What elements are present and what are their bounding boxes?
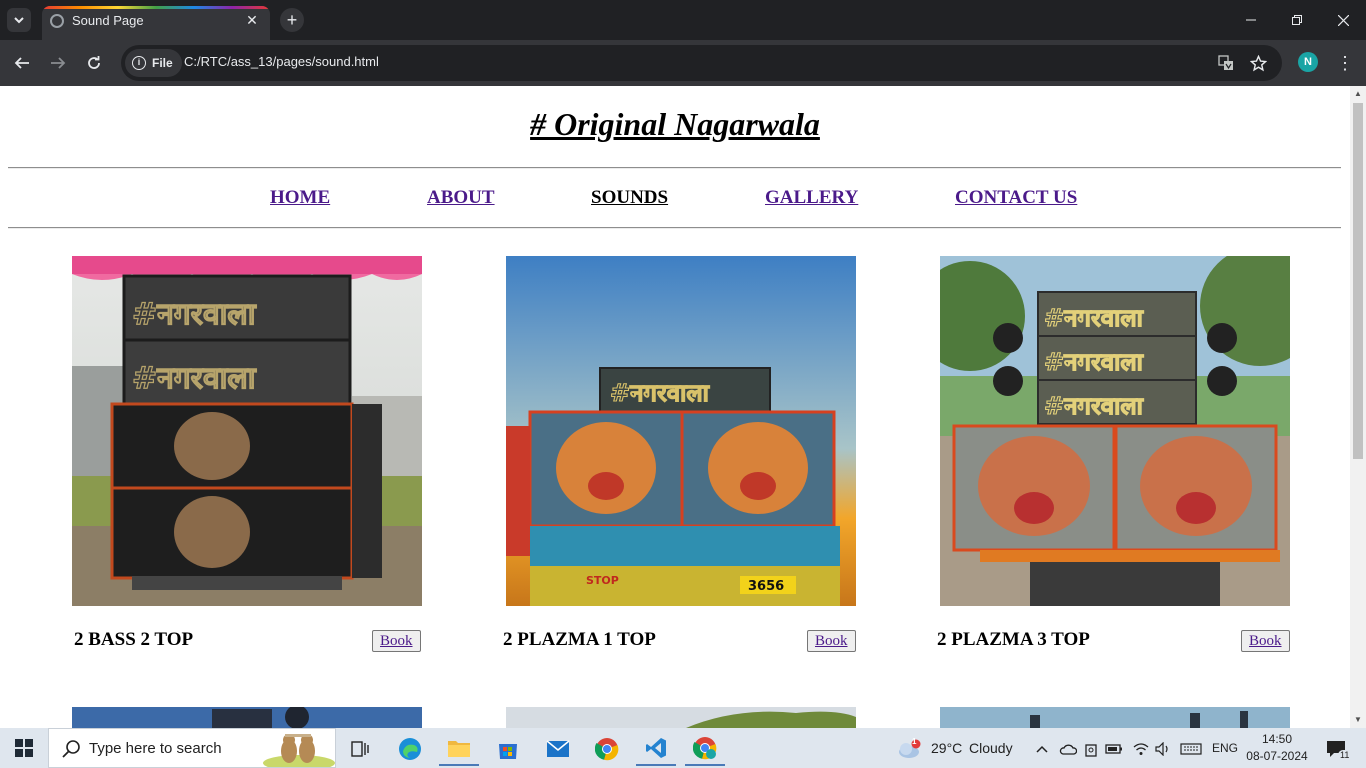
close-tab-icon[interactable]: ✕ [243,11,261,29]
device-icon[interactable] [1081,732,1101,766]
edge-browser-icon[interactable] [390,732,430,766]
nav-link-home[interactable]: HOME [270,187,330,209]
profile-avatar[interactable]: N [1298,52,1318,72]
start-button[interactable] [0,728,48,768]
reload-icon [88,56,100,69]
tab-sound-page[interactable]: Sound Page ✕ [42,6,270,40]
speaker-logo-text: #नगरवाला [1044,304,1144,332]
vehicle-stop-text: STOP [586,574,619,587]
volume-icon[interactable] [1152,732,1174,766]
language-indicator[interactable]: ENG [1212,741,1238,755]
plus-icon: + [286,9,298,30]
speaker-logo-text: #नगरवाला [132,361,257,396]
info-icon: i [132,56,146,70]
system-clock[interactable]: 14:50 08-07-2024 [1246,731,1308,765]
mail-icon[interactable] [538,732,578,766]
globe-icon [50,14,64,28]
search-highlight-illustration [263,734,335,767]
url-text[interactable]: C:/RTC/ass_13/pages/sound.html [184,54,379,69]
product-image-2-bass-2-top: #नगरवाला #नगरवाला [72,256,422,606]
scrollbar-thumb[interactable] [1353,103,1363,459]
number-plate-text: 3656 [748,579,784,594]
nav-link-about[interactable]: ABOUT [427,187,495,209]
book-button-2-plazma-1-top[interactable]: Book [807,630,856,652]
close-window-button[interactable] [1320,0,1366,40]
address-scheme-label: File [152,56,173,70]
arrow-right-icon [51,57,66,69]
microsoft-store-icon[interactable] [488,732,528,766]
product-image-row2-2 [506,707,856,728]
browser-toolbar: i File C:/RTC/ass_13/pages/sound.html N … [0,40,1366,86]
chevron-up-icon[interactable] [1032,732,1052,766]
file-explorer-icon[interactable] [439,732,479,766]
header-divider [8,167,1341,169]
clock-date: 08-07-2024 [1246,749,1308,763]
close-icon [1337,14,1349,26]
speaker-logo-text: #नगरवाला [132,297,257,332]
book-button-2-plazma-3-top[interactable]: Book [1241,630,1290,652]
speaker-logo-text: #नगरवाला [1044,392,1144,420]
weather-description[interactable]: Cloudy [969,740,1013,756]
browser-tabstrip: Sound Page ✕ + [0,0,1366,40]
chrome-icon[interactable] [587,732,627,766]
product-image-row2-3 [940,707,1290,728]
minimize-button[interactable] [1228,0,1274,40]
page-viewport: # Original Nagarwala HOME ABOUT SOUNDS G… [0,86,1350,728]
onedrive-cloud-icon[interactable] [1057,732,1079,766]
scroll-down-arrow-icon[interactable]: ▼ [1350,712,1366,728]
address-bar[interactable]: i File C:/RTC/ass_13/pages/sound.html [121,45,1282,81]
chrome-profile-icon[interactable] [685,732,725,766]
new-tab-button[interactable]: + [280,8,304,32]
tab-title: Sound Page [72,13,144,28]
product-name-2-bass-2-top: 2 BASS 2 TOP [74,629,194,650]
notification-count: 11 [1338,750,1352,760]
scroll-up-arrow-icon[interactable]: ▲ [1350,86,1366,102]
bookmark-star-icon[interactable] [1248,53,1268,73]
reload-button[interactable] [81,50,107,76]
minimize-icon [1246,19,1256,21]
page-scrollbar[interactable]: ▲ ▼ [1350,86,1366,728]
forward-button[interactable] [45,50,71,76]
windows-logo-icon [15,739,33,757]
clock-time: 14:50 [1261,732,1293,746]
nav-divider [8,227,1341,229]
arrow-left-icon [14,57,29,69]
vscode-icon[interactable] [636,732,676,766]
nav-link-contact-us[interactable]: CONTACT US [955,187,1077,209]
product-image-row2-1 [72,707,422,728]
tab-search-button[interactable] [7,8,31,32]
product-image-2-plazma-3-top: #नगरवाला #नगरवाला #नगरवाला [940,256,1290,606]
restore-button[interactable] [1274,0,1320,40]
keyboard-icon[interactable] [1178,732,1204,766]
speaker-logo-text: #नगरवाला [1044,348,1144,376]
site-title: # Original Nagarwala [530,106,820,142]
restore-icon [1292,15,1302,25]
weather-badge: 1 [912,737,917,746]
search-placeholder: Type here to search [89,740,222,757]
book-button-2-bass-2-top[interactable]: Book [372,630,421,652]
battery-icon[interactable] [1104,732,1124,766]
weather-icon[interactable]: 1 [894,732,924,766]
tab-group-color-bar [42,6,270,9]
taskbar-search-box[interactable]: Type here to search [48,728,336,768]
translate-icon[interactable] [1216,53,1236,73]
product-name-2-plazma-3-top: 2 PLAZMA 3 TOP [937,629,1090,650]
chevron-down-icon [14,17,24,24]
more-menu-icon[interactable]: ⋮ [1336,52,1354,74]
back-button[interactable] [9,50,35,76]
product-image-2-plazma-1-top: #नगरवाला STOP 3656 [506,256,856,606]
weather-temperature[interactable]: 29°C [931,740,962,756]
task-view-icon[interactable] [340,732,380,766]
search-icon [62,740,80,758]
product-name-2-plazma-1-top: 2 PLAZMA 1 TOP [503,629,656,650]
site-info-chip[interactable]: i File [125,49,182,77]
nav-link-gallery[interactable]: GALLERY [765,187,858,209]
wifi-icon[interactable] [1130,732,1152,766]
nav-link-sounds[interactable]: SOUNDS [591,187,668,209]
speaker-logo-text: #नगरवाला [610,379,710,407]
notification-center-icon[interactable]: 11 [1318,732,1354,766]
windows-taskbar: Type here to search 1 29°C Cloudy ENG 14… [0,728,1366,768]
